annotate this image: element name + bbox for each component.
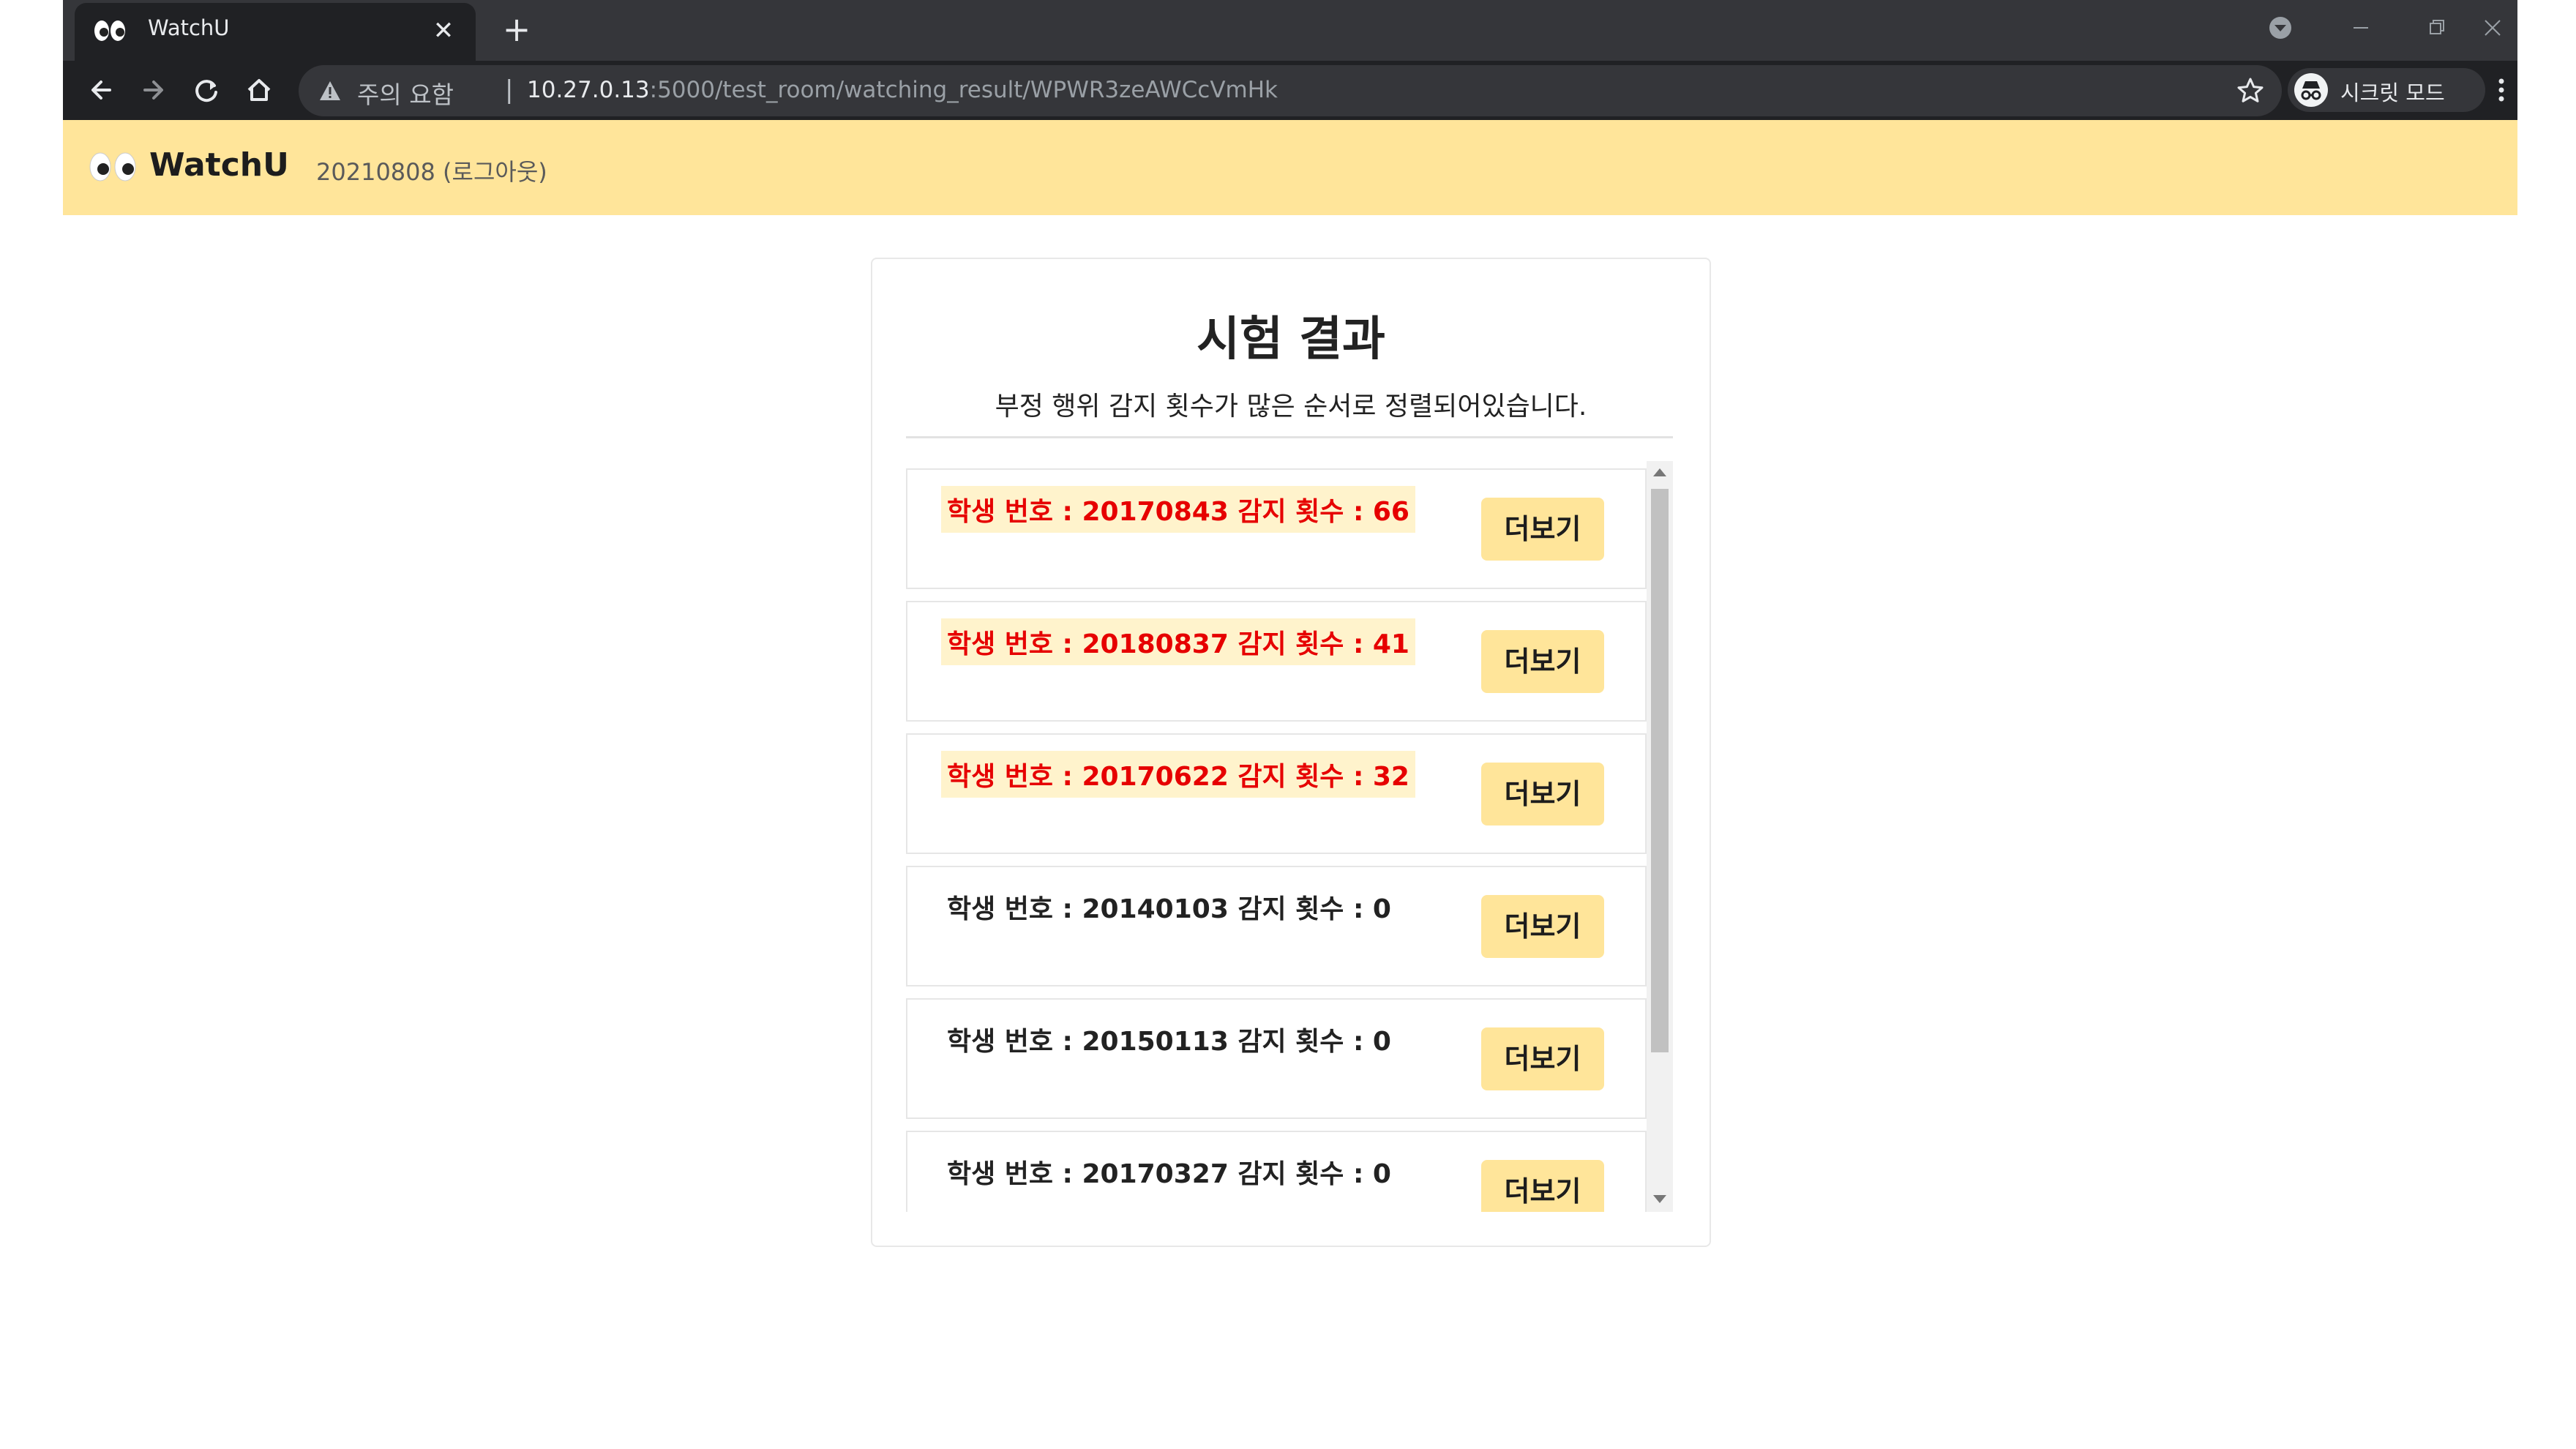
browser-tab[interactable]: WatchU ✕: [75, 3, 476, 61]
more-button[interactable]: 더보기: [1481, 630, 1604, 693]
more-button[interactable]: 더보기: [1481, 1160, 1604, 1212]
close-window-icon[interactable]: [2471, 7, 2515, 48]
tab-title: WatchU: [148, 15, 230, 40]
student-row: 학생 번호 : 20150113 감지 횟수 : 0 더보기: [906, 998, 1647, 1119]
tab-close-icon[interactable]: ✕: [427, 10, 460, 51]
eyes-logo-icon: [89, 152, 136, 181]
address-bar[interactable]: 주의 요함 | 10.27.0.13:5000/test_room/watchi…: [299, 65, 2282, 116]
student-result-label: 학생 번호 : 20140103 감지 횟수 : 0: [947, 894, 1391, 924]
security-warning-label[interactable]: 주의 요함: [357, 75, 454, 111]
scroll-up-icon[interactable]: [1653, 468, 1666, 476]
divider: [906, 436, 1673, 438]
student-row: 학생 번호 : 20180837 감지 횟수 : 41 더보기: [906, 601, 1647, 722]
tab-bar: WatchU ✕ +: [63, 0, 2517, 61]
student-row: 학생 번호 : 20170622 감지 횟수 : 32 더보기: [906, 733, 1647, 854]
more-button[interactable]: 더보기: [1481, 895, 1604, 958]
forward-icon[interactable]: [132, 68, 176, 112]
result-card: 시험 결과 부정 행위 감지 횟수가 많은 순서로 정렬되어있습니다. 학생 번…: [871, 258, 1711, 1247]
more-menu-icon[interactable]: [2488, 68, 2515, 112]
reload-icon[interactable]: [184, 68, 228, 112]
page-subtitle: 부정 행위 감지 횟수가 많은 순서로 정렬되어있습니다.: [995, 392, 1587, 422]
user-logout-link[interactable]: 20210808 (로그아웃): [316, 154, 547, 187]
scroll-down-icon[interactable]: [1653, 1195, 1666, 1203]
scrollbar[interactable]: [1647, 461, 1673, 1212]
minimize-icon[interactable]: [2339, 7, 2383, 48]
incognito-label: 시크릿 모드: [2340, 80, 2445, 105]
tab-search-icon[interactable]: [2258, 7, 2302, 48]
incognito-icon: [2294, 73, 2328, 107]
browser-toolbar: 주의 요함 | 10.27.0.13:5000/test_room/watchi…: [63, 61, 2517, 120]
more-button[interactable]: 더보기: [1481, 763, 1604, 825]
restore-icon[interactable]: [2415, 7, 2459, 48]
eyes-favicon-icon: [94, 20, 125, 41]
app-header: WatchU 20210808 (로그아웃): [63, 120, 2517, 215]
url-separator: |: [505, 75, 514, 105]
url-path: :5000/test_room/watching_result/WPWR3zeA…: [649, 77, 1278, 103]
warning-icon[interactable]: [318, 78, 342, 103]
student-result-label: 학생 번호 : 20170622 감지 횟수 : 32: [941, 751, 1415, 798]
brand-name[interactable]: WatchU: [149, 146, 289, 184]
home-icon[interactable]: [237, 68, 281, 112]
result-list[interactable]: 학생 번호 : 20170843 감지 횟수 : 66 더보기 학생 번호 : 20…: [906, 461, 1683, 1212]
student-row: 학생 번호 : 20140103 감지 횟수 : 0 더보기: [906, 866, 1647, 986]
student-result-label: 학생 번호 : 20150113 감지 횟수 : 0: [947, 1027, 1391, 1057]
student-result-label: 학생 번호 : 20170327 감지 횟수 : 0: [947, 1159, 1391, 1189]
bookmark-star-icon[interactable]: [2232, 72, 2269, 109]
more-button[interactable]: 더보기: [1481, 1027, 1604, 1090]
more-button[interactable]: 더보기: [1481, 498, 1604, 561]
url-host: 10.27.0.13: [527, 77, 650, 103]
student-result-label: 학생 번호 : 20180837 감지 횟수 : 41: [941, 618, 1415, 665]
student-row: 학생 번호 : 20170327 감지 횟수 : 0 더보기: [906, 1131, 1647, 1212]
scrollbar-thumb[interactable]: [1651, 489, 1669, 1052]
back-icon[interactable]: [79, 68, 123, 112]
incognito-badge[interactable]: 시크릿 모드: [2288, 68, 2485, 112]
url-text[interactable]: 10.27.0.13:5000/test_room/watching_resul…: [527, 77, 1278, 103]
new-tab-icon[interactable]: +: [496, 9, 537, 50]
page-title: 시험 결과: [1197, 312, 1385, 367]
student-row: 학생 번호 : 20170843 감지 횟수 : 66 더보기: [906, 468, 1647, 589]
student-result-label: 학생 번호 : 20170843 감지 횟수 : 66: [941, 486, 1415, 533]
